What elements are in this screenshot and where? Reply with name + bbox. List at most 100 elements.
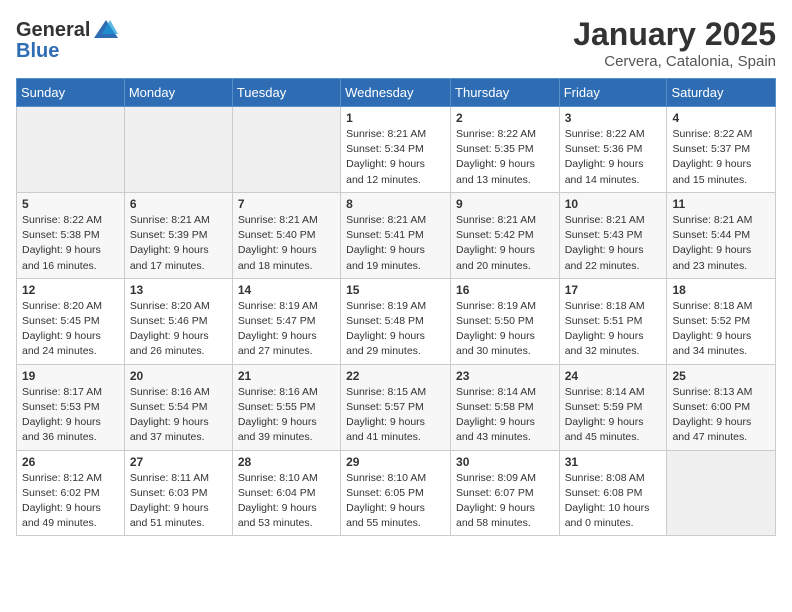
day-info: Sunrise: 8:19 AM Sunset: 5:50 PM Dayligh…: [456, 299, 554, 360]
day-info: Sunrise: 8:22 AM Sunset: 5:38 PM Dayligh…: [22, 213, 119, 274]
calendar-title: January 2025: [573, 16, 776, 53]
day-info: Sunrise: 8:21 AM Sunset: 5:41 PM Dayligh…: [346, 213, 445, 274]
day-info: Sunrise: 8:21 AM Sunset: 5:42 PM Dayligh…: [456, 213, 554, 274]
weekday-row: SundayMondayTuesdayWednesdayThursdayFrid…: [17, 79, 776, 107]
day-info: Sunrise: 8:21 AM Sunset: 5:44 PM Dayligh…: [672, 213, 770, 274]
day-info: Sunrise: 8:12 AM Sunset: 6:02 PM Dayligh…: [22, 471, 119, 532]
calendar-cell: [17, 107, 125, 193]
calendar-cell: 18Sunrise: 8:18 AM Sunset: 5:52 PM Dayli…: [667, 278, 776, 364]
calendar-cell: 28 Sunrise: 8:10 AM Sunset: 6:04 PM Dayli…: [232, 450, 340, 536]
calendar-cell: 25 Sunrise: 8:13 AM Sunset: 6:00 PM Dayli…: [667, 364, 776, 450]
calendar-cell: 4Sunrise: 8:22 AM Sunset: 5:37 PM Daylig…: [667, 107, 776, 193]
day-info: Sunrise: 8:15 AM Sunset: 5:57 PM Dayligh…: [346, 385, 445, 446]
day-number: 11: [672, 197, 770, 211]
day-number: 3: [565, 111, 662, 125]
day-info: Sunrise: 8:17 AM Sunset: 5:53 PM Dayligh…: [22, 385, 119, 446]
day-info: Sunrise: 8:21 AM Sunset: 5:43 PM Dayligh…: [565, 213, 662, 274]
day-number: 24: [565, 369, 662, 383]
calendar-cell: 11 Sunrise: 8:21 AM Sunset: 5:44 PM Dayli…: [667, 192, 776, 278]
day-info: Sunrise: 8:14 AM Sunset: 5:59 PM Dayligh…: [565, 385, 662, 446]
day-info: Sunrise: 8:18 AM Sunset: 5:52 PM Dayligh…: [672, 299, 770, 360]
calendar-cell: 3Sunrise: 8:22 AM Sunset: 5:36 PM Daylig…: [559, 107, 667, 193]
calendar-cell: 27Sunrise: 8:11 AM Sunset: 6:03 PM Dayli…: [124, 450, 232, 536]
calendar-cell: [232, 107, 340, 193]
calendar-cell: 6 Sunrise: 8:21 AM Sunset: 5:39 PM Daylig…: [124, 192, 232, 278]
day-info: Sunrise: 8:16 AM Sunset: 5:55 PM Dayligh…: [238, 385, 335, 446]
day-number: 7: [238, 197, 335, 211]
weekday-header-friday: Friday: [559, 79, 667, 107]
calendar-cell: 5 Sunrise: 8:22 AM Sunset: 5:38 PM Daylig…: [17, 192, 125, 278]
logo-general-text: General: [16, 19, 90, 42]
weekday-header-tuesday: Tuesday: [232, 79, 340, 107]
day-info: Sunrise: 8:22 AM Sunset: 5:37 PM Dayligh…: [672, 127, 770, 188]
page: General Blue January 2025 Cervera, Catal…: [0, 0, 792, 552]
day-info: Sunrise: 8:19 AM Sunset: 5:48 PM Dayligh…: [346, 299, 445, 360]
weekday-header-wednesday: Wednesday: [341, 79, 451, 107]
day-number: 26: [22, 455, 119, 469]
day-number: 13: [130, 283, 227, 297]
day-info: Sunrise: 8:20 AM Sunset: 5:45 PM Dayligh…: [22, 299, 119, 360]
day-number: 12: [22, 283, 119, 297]
week-row-4: 19 Sunrise: 8:17 AM Sunset: 5:53 PM Dayli…: [17, 364, 776, 450]
day-info: Sunrise: 8:14 AM Sunset: 5:58 PM Dayligh…: [456, 385, 554, 446]
calendar-cell: 29 Sunrise: 8:10 AM Sunset: 6:05 PM Dayli…: [341, 450, 451, 536]
weekday-header-saturday: Saturday: [667, 79, 776, 107]
day-number: 5: [22, 197, 119, 211]
calendar-body: 1 Sunrise: 8:21 AM Sunset: 5:34 PM Daylig…: [17, 107, 776, 536]
calendar-cell: 2 Sunrise: 8:22 AM Sunset: 5:35 PM Daylig…: [451, 107, 560, 193]
day-info: Sunrise: 8:22 AM Sunset: 5:35 PM Dayligh…: [456, 127, 554, 188]
day-info: Sunrise: 8:19 AM Sunset: 5:47 PM Dayligh…: [238, 299, 335, 360]
day-info: Sunrise: 8:13 AM Sunset: 6:00 PM Dayligh…: [672, 385, 770, 446]
day-number: 20: [130, 369, 227, 383]
header: General Blue January 2025 Cervera, Catal…: [16, 16, 776, 70]
day-number: 25: [672, 369, 770, 383]
day-number: 10: [565, 197, 662, 211]
calendar-header: SundayMondayTuesdayWednesdayThursdayFrid…: [17, 79, 776, 107]
day-number: 9: [456, 197, 554, 211]
calendar-cell: 21 Sunrise: 8:16 AM Sunset: 5:55 PM Dayli…: [232, 364, 340, 450]
day-number: 22: [346, 369, 445, 383]
day-number: 6: [130, 197, 227, 211]
day-number: 28: [238, 455, 335, 469]
calendar-subtitle: Cervera, Catalonia, Spain: [573, 53, 776, 70]
day-number: 21: [238, 369, 335, 383]
calendar-cell: 16 Sunrise: 8:19 AM Sunset: 5:50 PM Dayli…: [451, 278, 560, 364]
day-number: 2: [456, 111, 554, 125]
day-number: 15: [346, 283, 445, 297]
calendar-cell: 13Sunrise: 8:20 AM Sunset: 5:46 PM Dayli…: [124, 278, 232, 364]
day-info: Sunrise: 8:09 AM Sunset: 6:07 PM Dayligh…: [456, 471, 554, 532]
day-number: 1: [346, 111, 445, 125]
day-info: Sunrise: 8:21 AM Sunset: 5:34 PM Dayligh…: [346, 127, 445, 188]
calendar-cell: 1 Sunrise: 8:21 AM Sunset: 5:34 PM Daylig…: [341, 107, 451, 193]
calendar-cell: 8Sunrise: 8:21 AM Sunset: 5:41 PM Daylig…: [341, 192, 451, 278]
day-number: 31: [565, 455, 662, 469]
calendar-cell: 26 Sunrise: 8:12 AM Sunset: 6:02 PM Dayli…: [17, 450, 125, 536]
calendar-cell: 17Sunrise: 8:18 AM Sunset: 5:51 PM Dayli…: [559, 278, 667, 364]
calendar-cell: 23 Sunrise: 8:14 AM Sunset: 5:58 PM Dayli…: [451, 364, 560, 450]
day-number: 23: [456, 369, 554, 383]
day-number: 16: [456, 283, 554, 297]
calendar-cell: 24 Sunrise: 8:14 AM Sunset: 5:59 PM Dayli…: [559, 364, 667, 450]
day-info: Sunrise: 8:16 AM Sunset: 5:54 PM Dayligh…: [130, 385, 227, 446]
calendar-cell: 12 Sunrise: 8:20 AM Sunset: 5:45 PM Dayli…: [17, 278, 125, 364]
calendar-cell: 9 Sunrise: 8:21 AM Sunset: 5:42 PM Daylig…: [451, 192, 560, 278]
day-info: Sunrise: 8:10 AM Sunset: 6:05 PM Dayligh…: [346, 471, 445, 532]
calendar-cell: [667, 450, 776, 536]
day-info: Sunrise: 8:08 AM Sunset: 6:08 PM Dayligh…: [565, 471, 662, 532]
day-info: Sunrise: 8:21 AM Sunset: 5:40 PM Dayligh…: [238, 213, 335, 274]
day-number: 19: [22, 369, 119, 383]
day-info: Sunrise: 8:21 AM Sunset: 5:39 PM Dayligh…: [130, 213, 227, 274]
calendar-cell: [124, 107, 232, 193]
calendar-cell: 15 Sunrise: 8:19 AM Sunset: 5:48 PM Dayli…: [341, 278, 451, 364]
day-info: Sunrise: 8:10 AM Sunset: 6:04 PM Dayligh…: [238, 471, 335, 532]
day-number: 29: [346, 455, 445, 469]
title-block: January 2025 Cervera, Catalonia, Spain: [573, 16, 776, 70]
calendar-cell: 7 Sunrise: 8:21 AM Sunset: 5:40 PM Daylig…: [232, 192, 340, 278]
calendar-cell: 30 Sunrise: 8:09 AM Sunset: 6:07 PM Dayli…: [451, 450, 560, 536]
calendar-cell: 22 Sunrise: 8:15 AM Sunset: 5:57 PM Dayli…: [341, 364, 451, 450]
day-number: 30: [456, 455, 554, 469]
week-row-5: 26 Sunrise: 8:12 AM Sunset: 6:02 PM Dayli…: [17, 450, 776, 536]
weekday-header-monday: Monday: [124, 79, 232, 107]
calendar-cell: 31 Sunrise: 8:08 AM Sunset: 6:08 PM Dayli…: [559, 450, 667, 536]
calendar-cell: 20 Sunrise: 8:16 AM Sunset: 5:54 PM Dayli…: [124, 364, 232, 450]
